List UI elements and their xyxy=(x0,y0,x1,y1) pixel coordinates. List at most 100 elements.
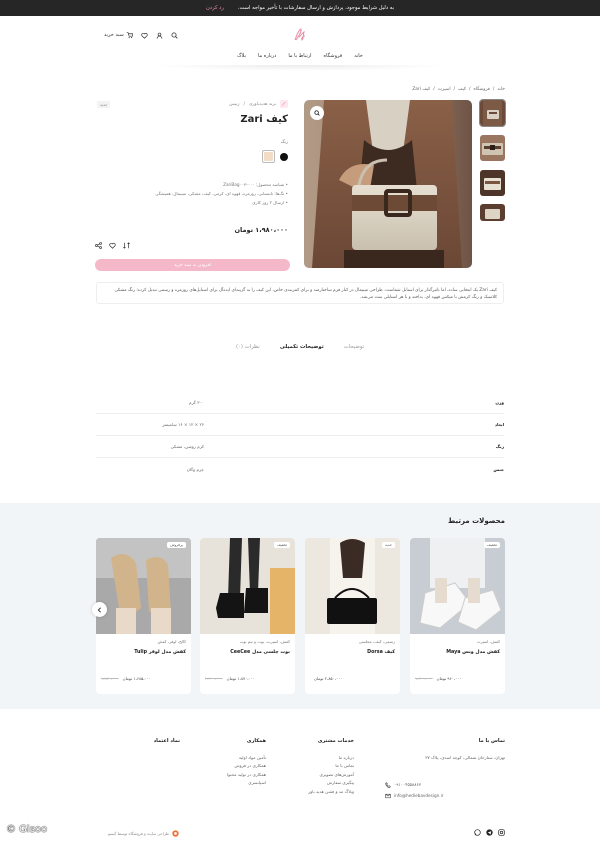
card-price: ۲،۸۵۰،۰۰۰ تومان xyxy=(314,676,343,681)
site-credit[interactable]: طراحی سایت و فروشگاه توسط گیسو xyxy=(108,830,179,837)
product-card[interactable]: تخفیف کفش، اسپرت، بوت و نیم بوت بوت چلسی… xyxy=(200,538,295,694)
add-to-cart-button[interactable]: افزودن به سبد خرید xyxy=(95,259,290,271)
brand-logo-icon xyxy=(280,100,288,108)
product-card[interactable]: جدید رسمی، کیف، مجلسی کیف Dorsa ۲،۸۵۰،۰۰… xyxy=(305,538,400,694)
footer-phone-row[interactable]: ۰۹۱۰۰۴۵۵۸۸۶۷ xyxy=(385,781,505,790)
brand-name[interactable]: برند هدیه‌باوری xyxy=(249,102,276,107)
footer-link[interactable]: پیگیری سفارش xyxy=(284,779,354,788)
social-links xyxy=(474,829,505,836)
crumb-sport[interactable]: اسپرت xyxy=(438,87,451,92)
card-tag: جدید xyxy=(382,542,395,548)
tab-reviews[interactable]: نظرات (۰) xyxy=(236,344,260,350)
site-logo[interactable] xyxy=(291,26,309,44)
instagram-icon[interactable] xyxy=(498,829,505,836)
announcement-text: به دلیل شرایط موجود، پردازش و ارسال سفار… xyxy=(237,5,395,11)
brand-category[interactable]: زنیس xyxy=(229,102,239,107)
wishlist-icon[interactable] xyxy=(141,32,148,39)
table-row: جنس چرم وگان xyxy=(96,458,504,480)
product-short-description: کیف Zari یک انتخابی ساده، اما تاثیرگذار … xyxy=(96,282,504,304)
cart-icon xyxy=(126,31,133,38)
card-name[interactable]: بوت چلسی مدل CeeCee xyxy=(230,650,290,655)
card-name[interactable]: کفش مدل لوفر Tulip xyxy=(134,650,186,655)
account-icon[interactable] xyxy=(156,32,163,39)
card-price: ۱،۸۷۰،۰۰۰ تومان xyxy=(226,676,255,681)
card-old-price: ۲،۲۰۰،۰۰۰ xyxy=(205,676,223,681)
product-card[interactable]: پرفروش کالج، لوفر، کفش کفش مدل لوفر Tuli… xyxy=(96,538,191,694)
thumbnail-3[interactable] xyxy=(480,170,505,196)
product-meta: • شناسه محصول: ZariBag۰۰۳-۰۰۰ • تگ‌ها: ت… xyxy=(88,180,288,207)
card-tag: تخفیف xyxy=(484,542,500,548)
card-price-row: ۱،۸۷۰،۰۰۰ تومان ۲،۲۰۰،۰۰۰ xyxy=(205,676,255,681)
color-label: رنگ xyxy=(280,140,288,145)
footer-link[interactable]: درباره ما xyxy=(284,754,354,763)
product-tabs: توضیحات توضیحات تکمیلی نظرات (۰) xyxy=(0,344,600,350)
product-actions xyxy=(95,242,130,249)
dismiss-link[interactable]: رد کردن xyxy=(206,5,224,11)
telegram-icon[interactable] xyxy=(486,829,493,836)
product-main-image[interactable] xyxy=(304,100,472,268)
footer-link[interactable]: تماس با ما xyxy=(284,762,354,771)
footer-link[interactable]: تأمین مواد اولیه xyxy=(191,754,266,763)
thumbnail-1[interactable] xyxy=(479,99,506,127)
footer-address: تهران، ستارخان شمالی، کوچه اسدی، پلاک ۳۷ xyxy=(425,754,505,760)
card-category: کالج، لوفر، کفش xyxy=(157,639,186,644)
whatsapp-icon[interactable] xyxy=(474,829,481,836)
footer-link[interactable]: اسپانسری xyxy=(191,779,266,788)
product-shipping: • ارسال ۲ روز کاری xyxy=(252,200,288,205)
product-card-image: پرفروش xyxy=(96,538,191,634)
card-tag: پرفروش xyxy=(167,542,186,548)
card-old-price: ۱،۸۷۰،۰۰۰ xyxy=(101,676,119,681)
color-swatches xyxy=(262,150,288,163)
card-price-row: ۹۶۰،۰۰۰ تومان ۱،۲۰۰،۰۰۰ xyxy=(415,676,462,681)
zoom-icon xyxy=(314,110,320,116)
footer-services: خدمات مشتری درباره ما تماس با ما آموزش‌ه… xyxy=(284,737,354,797)
footer-cooperation: همکاری تأمین مواد اولیه همکاری در فروش ه… xyxy=(191,737,266,788)
product-card-image: جدید xyxy=(305,538,400,634)
footer-link[interactable]: همکاری در فروش xyxy=(191,762,266,771)
thumbnail-2[interactable] xyxy=(480,135,505,161)
table-row: رنگ کرم روشن، مشکی xyxy=(96,436,504,458)
footer-link[interactable]: همکاری در تولید محتوا xyxy=(191,771,266,780)
swatch-cream[interactable] xyxy=(262,150,275,163)
footer-heading: همکاری xyxy=(246,738,266,744)
footer-phone: ۰۹۱۰۰۴۵۵۸۸۶۷ xyxy=(394,782,421,787)
card-price-row: ۲،۸۵۰،۰۰۰ تومان xyxy=(310,676,342,681)
attr-key: وزن xyxy=(495,400,504,405)
brand-row: برند هدیه‌باوری / زنیس xyxy=(229,100,288,108)
swatch-black[interactable] xyxy=(280,152,288,161)
table-row: وزن ۳۰۰ گرم xyxy=(96,392,504,414)
zoom-button[interactable] xyxy=(310,106,324,120)
crumb-shop[interactable]: فروشگاه xyxy=(473,87,489,92)
footer-email: info@hediebavdesign.ir xyxy=(394,792,444,798)
footer-heading: تماس با ما xyxy=(478,738,505,744)
card-category: رسمی، کیف، مجلسی xyxy=(358,639,395,644)
compare-icon[interactable] xyxy=(123,242,130,249)
card-name[interactable]: کیف Dorsa xyxy=(367,650,395,655)
search-icon[interactable] xyxy=(171,32,178,39)
footer-link[interactable]: وبلاگ مد و فشن هدیه باور xyxy=(284,788,354,797)
card-tag: تخفیف xyxy=(274,542,290,548)
announcement-bar: به دلیل شرایط موجود، پردازش و ارسال سفار… xyxy=(0,0,600,16)
footer-email-row[interactable]: info@hediebavdesign.ir xyxy=(385,792,505,801)
card-category: کفش، اسپرت xyxy=(476,639,500,644)
footer-trust: نماد اعتماد xyxy=(120,737,180,754)
header-actions: سبد خرید xyxy=(104,30,178,40)
product-card[interactable]: تخفیف کفش، اسپرت کفش مدل ونس Maya ۹۶۰،۰۰… xyxy=(410,538,505,694)
thumbnail-4[interactable] xyxy=(480,204,505,221)
carousel-prev-button[interactable] xyxy=(92,602,107,617)
share-icon[interactable] xyxy=(95,242,102,249)
gisoo-logo-icon xyxy=(172,830,179,837)
crumb-bag[interactable]: کیف xyxy=(458,87,466,92)
cart-button[interactable]: سبد خرید xyxy=(104,31,133,39)
tab-description[interactable]: توضیحات xyxy=(344,344,364,350)
tab-additional-info[interactable]: توضیحات تکمیلی xyxy=(280,344,324,350)
footer-contact-details: ۰۹۱۰۰۴۵۵۸۸۶۷ info@hediebavdesign.ir xyxy=(385,781,505,800)
footer-heading: نماد اعتماد xyxy=(153,738,180,744)
card-price: ۱،۶۸۵،۰۰۰ تومان xyxy=(122,676,151,681)
footer-link[interactable]: آموزش‌های تصویری xyxy=(284,771,354,780)
crumb-home[interactable]: خانه xyxy=(497,87,505,92)
cart-label: سبد خرید xyxy=(104,32,124,38)
related-title: محصولات مرتبط xyxy=(447,517,505,525)
card-name[interactable]: کفش مدل ونس Maya xyxy=(446,650,500,655)
wishlist-icon[interactable] xyxy=(109,242,116,249)
